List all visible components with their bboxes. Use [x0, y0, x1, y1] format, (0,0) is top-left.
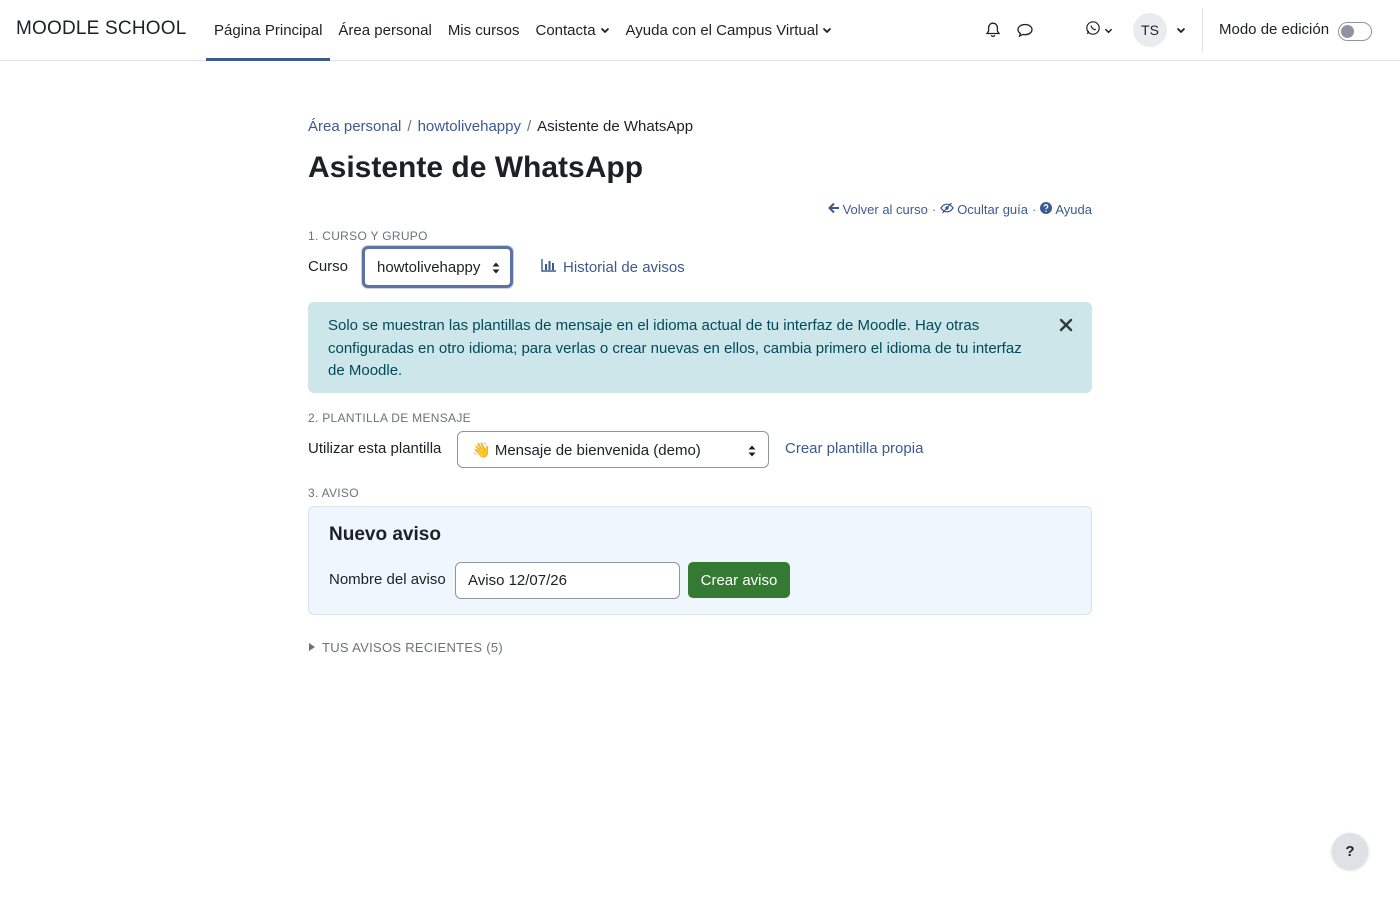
close-icon[interactable]	[1059, 317, 1073, 332]
back-to-course-label: Volver al curso	[842, 202, 928, 217]
back-to-course-link[interactable]: Volver al curso	[827, 202, 928, 217]
chat-bubble-icon[interactable]	[1015, 20, 1035, 40]
nav-link-contact[interactable]: Contacta	[528, 0, 618, 60]
new-notice-title: Nuevo aviso	[329, 524, 441, 545]
chevron-down-icon	[600, 25, 610, 35]
nav-link-label: Mis cursos	[447, 21, 520, 39]
chevron-down-icon	[1104, 22, 1113, 39]
new-notice-card: Nuevo aviso Nombre del aviso Crear aviso	[308, 506, 1092, 615]
select-arrows-icon	[492, 261, 500, 274]
hide-guide-label: Ocultar guía	[957, 202, 1029, 217]
user-menu-chevron-icon[interactable]	[1171, 20, 1191, 40]
nav-link-my-courses[interactable]: Mis cursos	[440, 0, 528, 60]
chevron-down-icon	[822, 25, 832, 35]
template-select[interactable]: 👋 Mensaje de bienvenida (demo)	[457, 431, 769, 468]
nav-link-label: Contacta	[535, 21, 596, 39]
breadcrumb: Área personal / howtolivehappy / Asistente d…	[308, 118, 693, 135]
breadcrumb-separator: /	[407, 118, 412, 135]
alert-text: Solo se muestran las plantillas de mensa…	[328, 317, 1022, 379]
question-mark-icon: ?	[1345, 842, 1355, 860]
nav-link-dashboard[interactable]: Área personal	[330, 0, 439, 60]
question-circle-icon	[1040, 202, 1053, 217]
recent-notices-label: TUS AVISOS RECIENTES (5)	[322, 640, 504, 655]
site-brand[interactable]: MOODLE SCHOOL	[16, 18, 186, 40]
course-select-value: howtolivehappy	[377, 258, 481, 276]
notice-history-label: Historial de avisos	[563, 258, 685, 276]
template-select-value: 👋 Mensaje de bienvenida (demo)	[472, 441, 701, 459]
breadcrumb-course-link[interactable]: howtolivehappy	[418, 118, 521, 135]
select-arrows-icon	[748, 444, 756, 456]
top-navbar: MOODLE SCHOOL Página Principal Área pers…	[0, 0, 1400, 61]
section-notice-label: 3. AVISO	[308, 486, 359, 500]
user-avatar[interactable]: TS	[1133, 13, 1167, 47]
course-select[interactable]: howtolivehappy	[362, 246, 513, 288]
bell-icon[interactable]	[983, 20, 1003, 40]
breadcrumb-separator: /	[526, 118, 532, 135]
separator-dot: ·	[1032, 202, 1037, 217]
language-info-alert: Solo se muestran las plantillas de mensa…	[308, 302, 1092, 393]
bar-chart-icon	[541, 258, 557, 276]
nav-link-label: Ayuda con el Campus Virtual	[625, 21, 819, 39]
caret-right-icon	[308, 640, 316, 655]
section-template-label: 2. PLANTILLA DE MENSAJE	[308, 411, 471, 425]
help-link[interactable]: Ayuda	[1040, 202, 1092, 217]
whatsapp-menu-toggle[interactable]	[1082, 20, 1116, 40]
notice-history-link[interactable]: Historial de avisos	[541, 258, 685, 276]
course-label: Curso	[308, 258, 349, 275]
separator-dot: ·	[931, 202, 937, 217]
user-initials: TS	[1141, 22, 1159, 38]
breadcrumb-current: Asistente de WhatsApp	[537, 118, 694, 135]
hide-guide-link[interactable]: Ocultar guía	[940, 202, 1028, 217]
edit-mode-label: Modo de edición	[1219, 21, 1330, 38]
edit-mode-toggle[interactable]	[1338, 22, 1372, 41]
notice-name-label: Nombre del aviso	[329, 571, 446, 588]
section-course-group-label: 1. CURSO Y GRUPO	[308, 229, 428, 243]
help-floating-button[interactable]: ?	[1332, 833, 1368, 869]
template-label: Utilizar esta plantilla	[308, 440, 442, 457]
nav-link-label: Área personal	[338, 21, 432, 39]
recent-notices-toggle[interactable]: TUS AVISOS RECIENTES (5)	[308, 640, 503, 655]
navbar-divider	[1202, 8, 1203, 52]
page-action-links: Volver al curso · Ocultar guía · Ayuda	[827, 202, 1092, 217]
nav-link-campus-help[interactable]: Ayuda con el Campus Virtual	[618, 0, 841, 60]
nav-link-label: Página Principal	[214, 21, 323, 39]
primary-navigation: Página Principal Área personal Mis curso…	[206, 0, 841, 61]
notice-name-input[interactable]	[455, 562, 680, 599]
page-title: Asistente de WhatsApp	[308, 151, 644, 184]
arrow-left-icon	[827, 202, 840, 217]
help-label: Ayuda	[1055, 202, 1092, 217]
create-notice-button[interactable]: Crear aviso	[688, 562, 790, 598]
nav-link-home[interactable]: Página Principal	[206, 0, 331, 61]
eye-slash-icon	[940, 202, 954, 217]
whatsapp-icon	[1085, 20, 1101, 40]
create-template-link[interactable]: Crear plantilla propia	[785, 440, 923, 457]
breadcrumb-dashboard-link[interactable]: Área personal	[308, 118, 401, 135]
